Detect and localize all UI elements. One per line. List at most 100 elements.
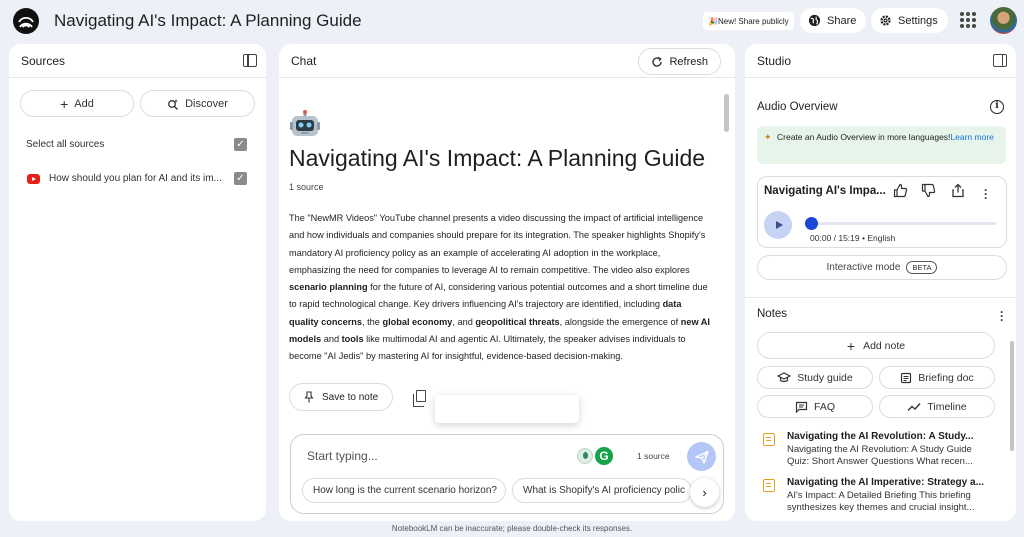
grammarly-bulb-icon[interactable] — [577, 448, 593, 464]
notebook-heading: Navigating AI's Impact: A Planning Guide — [289, 145, 706, 171]
apps-grid-icon[interactable] — [960, 12, 976, 28]
chat-composer: Start typing... G 1 source How long is t… — [290, 434, 724, 514]
save-to-note-button[interactable]: Save to note — [289, 383, 394, 411]
language-banner: ✦ Create an Audio Overview in more langu… — [757, 126, 1006, 164]
chat-panel: Chat Refresh Navigating AI's Impact: A P… — [279, 44, 735, 521]
source-item-label[interactable]: How should you plan for AI and its im... — [49, 173, 225, 184]
thumbs-up-icon[interactable] — [893, 183, 908, 201]
refresh-label: Refresh — [669, 55, 708, 68]
pin-icon — [304, 391, 314, 403]
chat-title-header: Chat — [291, 53, 317, 68]
play-button[interactable] — [764, 211, 792, 239]
collapse-panel-icon[interactable] — [993, 54, 1007, 67]
add-source-button[interactable]: + Add — [20, 90, 134, 117]
settings-button[interactable]: Settings — [871, 8, 948, 33]
document-icon — [901, 372, 912, 383]
youtube-icon — [27, 174, 40, 184]
source-count: 1 source — [289, 182, 324, 192]
discover-label: Discover — [185, 97, 228, 110]
notes-title: Notes — [757, 308, 788, 320]
studio-header: Studio — [745, 44, 1016, 78]
globe-icon — [808, 14, 821, 27]
avatar[interactable] — [990, 7, 1017, 34]
settings-label: Settings — [898, 14, 938, 27]
summary-text: , the — [362, 316, 383, 327]
summary-bold-term: scenario planning — [289, 282, 368, 293]
interactive-mode-button[interactable]: Interactive mode BETA — [757, 255, 1007, 280]
summary-bold-term: tools — [341, 334, 364, 345]
suggestion-chip[interactable]: What is Shopify's AI proficiency polic — [512, 478, 692, 503]
briefing-doc-button[interactable]: Briefing doc — [879, 366, 995, 389]
tooltip-popup — [435, 395, 579, 423]
collapse-panel-icon[interactable] — [243, 54, 257, 67]
share-icon[interactable] — [951, 183, 965, 201]
note-icon — [763, 433, 775, 446]
beta-badge: BETA — [906, 261, 938, 274]
graduation-cap-icon — [777, 372, 792, 383]
plus-icon: + — [846, 337, 856, 354]
note-title: Navigating the AI Imperative: Strategy a… — [787, 477, 984, 488]
studio-title: Studio — [757, 53, 792, 68]
notes-more-vert-icon[interactable]: · · · — [1000, 306, 1004, 326]
select-all-checkbox[interactable]: ✓ — [234, 138, 247, 151]
thumbs-down-icon[interactable] — [921, 183, 936, 201]
save-to-note-label: Save to note — [322, 391, 379, 403]
select-all-label: Select all sources — [26, 139, 105, 150]
disclaimer-footer: NotebookLM can be inaccurate; please dou… — [391, 524, 633, 533]
share-button[interactable]: Share — [800, 8, 867, 33]
grammarly-icon[interactable]: G — [595, 447, 613, 465]
notebook-title[interactable]: Navigating AI's Impact: A Planning Guide — [54, 11, 362, 31]
banner-text: Create an Audio Overview in more languag… — [777, 132, 951, 142]
summary-text: , and — [452, 316, 476, 327]
suggestion-chip[interactable]: How long is the current scenario horizon… — [302, 478, 506, 503]
timeline-label: Timeline — [927, 400, 967, 413]
note-item[interactable]: Navigating the AI Revolution: A Study...… — [757, 431, 1003, 471]
chat-header: Chat Refresh — [279, 44, 735, 78]
audio-progress-knob[interactable] — [805, 217, 818, 230]
audio-title: Navigating AI's Impa... — [764, 185, 886, 197]
studio-scrollbar[interactable] — [1010, 341, 1014, 451]
note-body: Navigating the AI Revolution: A Study Gu… — [787, 444, 973, 467]
studio-divider — [745, 297, 1016, 298]
note-icon — [763, 479, 775, 492]
sources-panel: Sources + Add Discover Select all source… — [9, 44, 266, 521]
add-note-label: Add note — [863, 339, 906, 352]
plus-icon: + — [60, 95, 69, 112]
chat-input[interactable]: Start typing... — [307, 449, 378, 463]
add-label: Add — [74, 97, 94, 110]
study-guide-button[interactable]: Study guide — [757, 366, 873, 389]
party-icon: ✦ — [764, 132, 772, 142]
note-body: AI's Impact: A Detailed Briefing This br… — [787, 490, 975, 513]
summary-text: The "NewMR Videos" YouTube channel prese… — [289, 213, 706, 275]
more-vert-icon[interactable]: · · · — [984, 184, 988, 204]
timeline-button[interactable]: Timeline — [879, 395, 995, 418]
note-title: Navigating the AI Revolution: A Study... — [787, 431, 974, 442]
timeline-icon — [907, 402, 921, 411]
robot-emoji-icon — [289, 110, 321, 147]
send-button[interactable] — [687, 442, 716, 471]
note-item[interactable]: Navigating the AI Imperative: Strategy a… — [757, 477, 1003, 517]
share-label: Share — [827, 14, 857, 27]
new-share-badge: 🎉New! Share publicly — [703, 12, 794, 30]
gear-icon — [880, 15, 891, 26]
refresh-button[interactable]: Refresh — [638, 48, 721, 75]
notebooklm-logo-icon[interactable] — [13, 8, 39, 34]
audio-player-card: Navigating AI's Impa... · · · 00:00 / 15:1… — [757, 176, 1007, 248]
sources-title: Sources — [21, 53, 66, 68]
summary-bold-term: geopolitical threats — [475, 316, 560, 327]
source-checkbox[interactable]: ✓ — [234, 172, 247, 185]
refresh-icon — [652, 56, 663, 67]
sources-header: Sources — [9, 44, 266, 78]
audio-progress-track[interactable] — [810, 222, 996, 225]
audio-timecode: 00:00 / 15:19 • English — [810, 233, 896, 243]
faq-button[interactable]: FAQ — [757, 395, 873, 418]
learn-more-link[interactable]: Learn more — [950, 132, 993, 142]
summary-text: and — [321, 334, 342, 345]
add-note-button[interactable]: + Add note — [757, 332, 995, 359]
copy-icon[interactable] — [413, 390, 426, 407]
chat-scrollbar[interactable] — [724, 94, 729, 132]
audio-overview-title: Audio Overview — [757, 101, 838, 113]
discover-button[interactable]: Discover — [140, 90, 255, 117]
chevron-right-icon[interactable]: › — [690, 478, 719, 507]
info-icon[interactable]: i — [990, 100, 1004, 114]
